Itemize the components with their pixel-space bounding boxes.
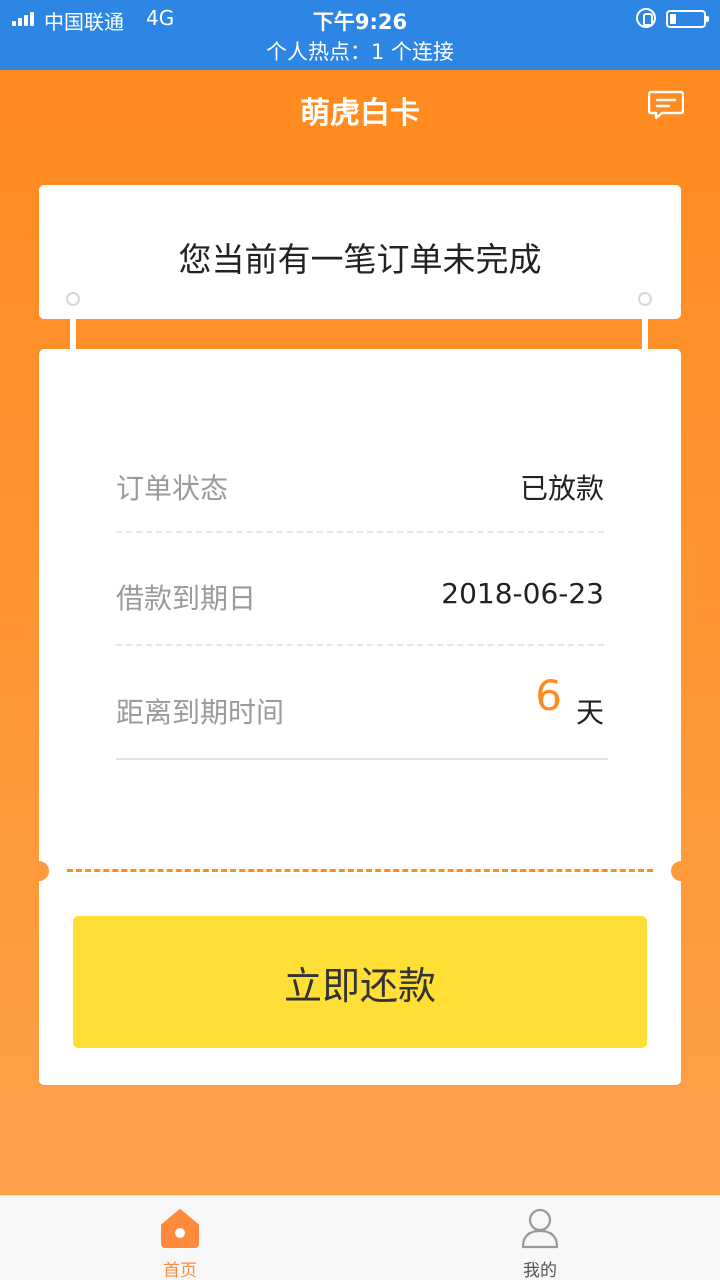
due-date-label: 借款到期日 (116, 582, 257, 615)
order-notice-card: 您当前有一笔订单未完成 (39, 185, 681, 319)
tab-home[interactable]: 首页 (0, 1196, 360, 1280)
due-date-row: 借款到期日 2018-06-23 (116, 577, 604, 677)
message-icon[interactable] (648, 90, 684, 120)
remaining-days-unit: 天 (575, 696, 604, 729)
page-title: 萌虎白卡 (300, 96, 420, 131)
status-bar: 中国联通 4G 下午9:26 个人热点：1 个连接 (0, 0, 720, 70)
hook-ring (638, 292, 652, 306)
remaining-days-value: 6 (535, 671, 562, 720)
hotspot-banner[interactable]: 个人热点：1 个连接 (0, 36, 720, 66)
row-divider (116, 531, 604, 533)
tab-mine-label: 我的 (523, 1261, 557, 1280)
due-date-value: 2018-06-23 (441, 577, 604, 610)
tab-mine[interactable]: 我的 (360, 1196, 720, 1280)
user-icon (521, 1208, 559, 1249)
tab-home-label: 首页 (163, 1261, 197, 1280)
tear-divider (67, 869, 653, 872)
rotation-lock-icon (636, 8, 656, 28)
card-notch-right (671, 861, 691, 881)
order-status-label: 订单状态 (116, 472, 229, 505)
remaining-time-label: 距离到期时间 (116, 696, 285, 729)
order-detail-card: 订单状态 已放款 借款到期日 2018-06-23 距离到期时间 6 天 立即还… (29, 349, 691, 1085)
card-notch-left (29, 861, 49, 881)
hook-ring (66, 292, 80, 306)
order-notice-text: 您当前有一笔订单未完成 (178, 240, 542, 279)
home-icon (161, 1209, 199, 1248)
row-divider (116, 644, 604, 646)
remaining-time-row: 距离到期时间 6 天 (116, 671, 604, 779)
tab-bar: 首页 我的 (0, 1195, 720, 1280)
status-time: 下午9:26 (312, 10, 408, 34)
battery-icon (666, 10, 709, 28)
order-status-value: 已放款 (519, 472, 604, 505)
repay-now-button[interactable]: 立即还款 (73, 916, 647, 1048)
row-divider (116, 758, 608, 760)
order-status-row: 订单状态 已放款 (116, 467, 604, 567)
